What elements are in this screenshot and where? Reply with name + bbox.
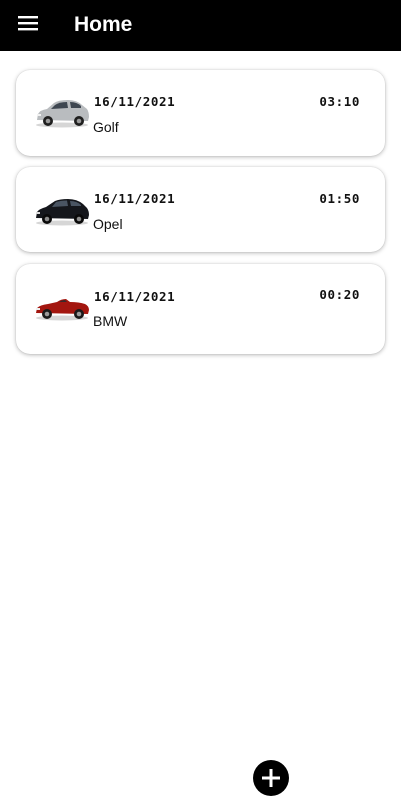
car-thumbnail bbox=[34, 95, 90, 131]
plus-icon bbox=[262, 769, 280, 787]
entry-name: Golf bbox=[93, 119, 119, 135]
car-icon bbox=[36, 100, 89, 128]
entry-name: BMW bbox=[93, 313, 128, 329]
car-thumbnail bbox=[34, 290, 90, 326]
entry-date: 16/11/2021 bbox=[94, 94, 176, 109]
page-title: Home bbox=[74, 13, 133, 36]
entry-name: Opel bbox=[93, 216, 123, 232]
add-entry-button[interactable] bbox=[253, 760, 289, 796]
entry-time: 00:20 bbox=[319, 287, 360, 302]
menu-icon bbox=[18, 16, 38, 31]
entry-card-golf[interactable]: 16/11/2021 03:10 Golf bbox=[16, 70, 385, 156]
entry-card-bmw[interactable]: 16/11/2021 00:20 BMW bbox=[16, 264, 385, 354]
car-icon bbox=[36, 299, 89, 321]
entry-time: 01:50 bbox=[319, 191, 360, 206]
entry-time: 03:10 bbox=[319, 94, 360, 109]
app-bar: Home bbox=[0, 0, 401, 51]
entry-date: 16/11/2021 bbox=[94, 191, 176, 206]
car-thumbnail bbox=[34, 193, 90, 229]
entry-card-opel[interactable]: 16/11/2021 01:50 Opel bbox=[16, 167, 385, 252]
menu-button[interactable] bbox=[14, 12, 44, 38]
entry-date: 16/11/2021 bbox=[94, 289, 176, 304]
car-icon bbox=[36, 199, 89, 226]
